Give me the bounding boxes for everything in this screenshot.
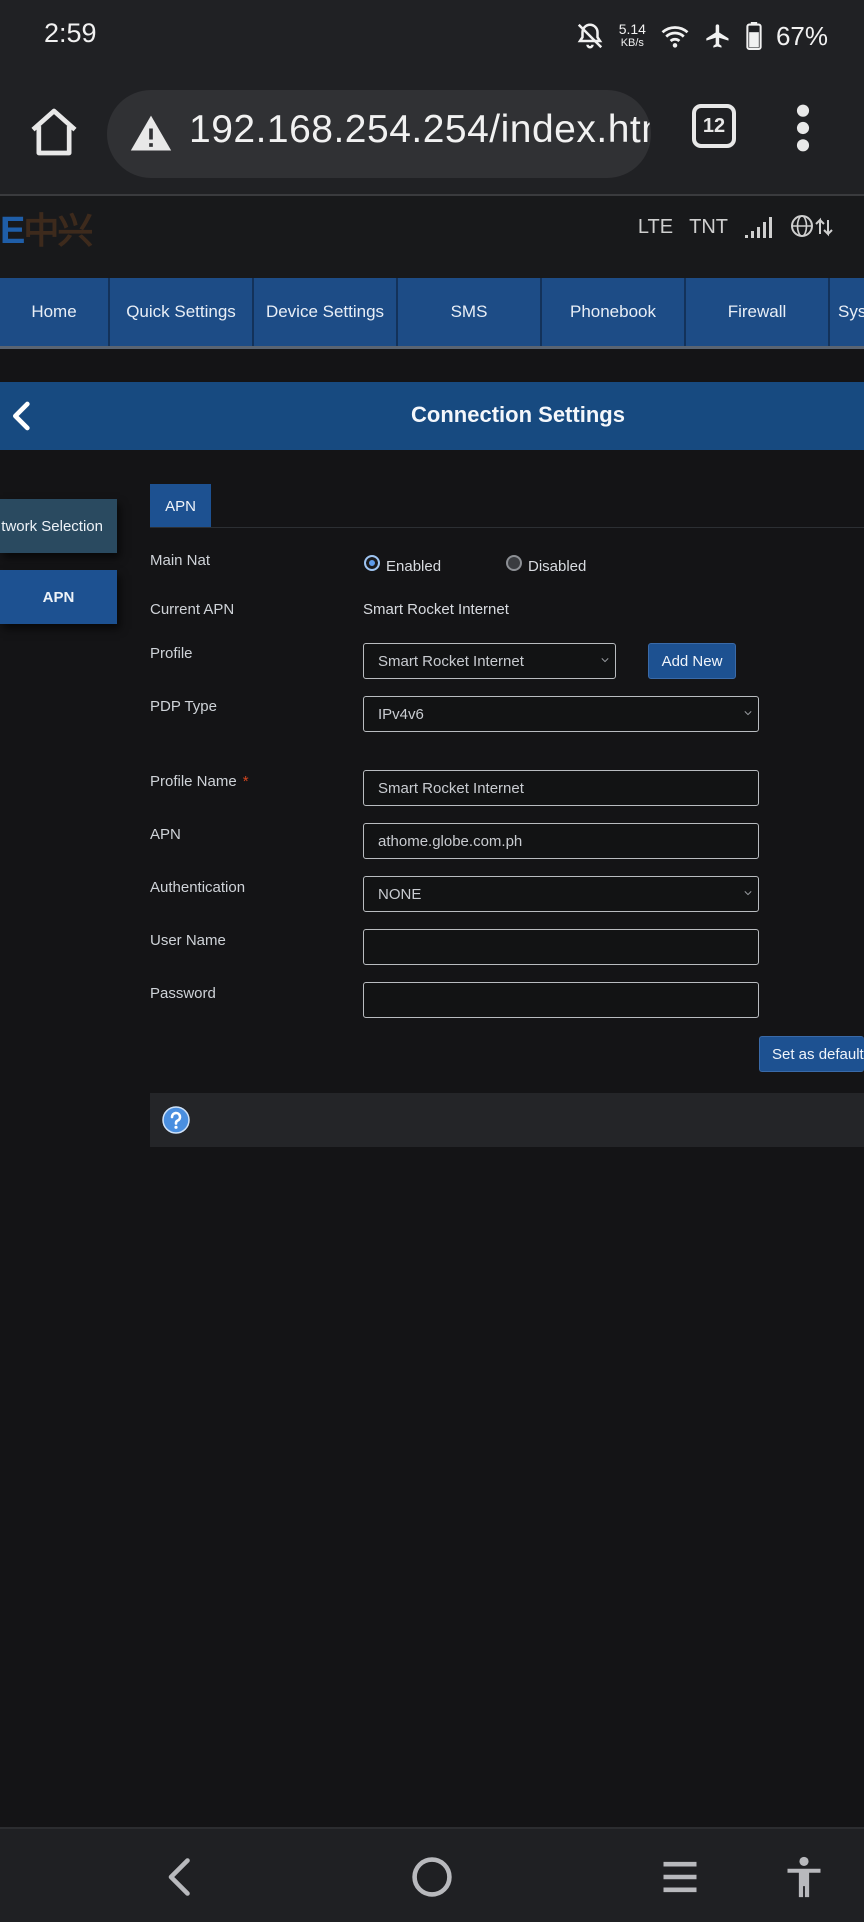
- system-nav-bar: [0, 1827, 864, 1922]
- profile-select[interactable]: Smart Rocket Internet: [363, 643, 616, 679]
- current-apn-label: Current APN: [150, 601, 235, 618]
- status-bar: 2:59 5.14 KB/s 67%: [0, 0, 864, 74]
- main-nat-enabled-radio[interactable]: [364, 555, 380, 571]
- warning-icon[interactable]: [129, 112, 173, 156]
- user-name-input[interactable]: [363, 929, 759, 965]
- password-input[interactable]: [363, 982, 759, 1018]
- airplane-mode-icon: [706, 24, 729, 48]
- wifi-icon: [661, 26, 689, 48]
- recents-icon[interactable]: [658, 1855, 702, 1899]
- status-icons: 5.14 KB/s 67%: [575, 14, 828, 58]
- logo-cjk: 中兴: [23, 210, 93, 251]
- help-bar: [150, 1093, 864, 1147]
- signal-strength-icon: [745, 217, 772, 238]
- chevron-down-icon: [744, 891, 752, 896]
- help-icon[interactable]: [162, 1106, 190, 1134]
- profile-name-label-text: Profile Name: [150, 773, 237, 790]
- notifications-off-icon: [577, 23, 603, 49]
- network-speed-unit: KB/s: [620, 37, 644, 49]
- page-title: Connection Settings: [411, 402, 625, 427]
- router-header: E中兴 LTE TNT: [0, 196, 864, 278]
- page-header: Connection Settings: [0, 382, 864, 450]
- password-label: Password: [150, 985, 216, 1002]
- nav-system[interactable]: Sys: [830, 278, 864, 346]
- profile-select-value: Smart Rocket Internet: [378, 652, 524, 670]
- network-type: LTE: [637, 215, 674, 238]
- nav-firewall[interactable]: Firewall: [686, 278, 830, 346]
- home-nav-icon[interactable]: [410, 1855, 454, 1899]
- nav-sms[interactable]: SMS: [398, 278, 542, 346]
- network-speed: 5.14 KB/s: [619, 22, 646, 50]
- chevron-down-icon: [744, 711, 752, 716]
- accessibility-icon[interactable]: [782, 1855, 826, 1899]
- profile-label: Profile: [150, 645, 193, 662]
- pdp-type-select[interactable]: IPv4v6: [363, 696, 759, 732]
- main-nav: Home Quick Settings Device Settings SMS …: [0, 278, 864, 349]
- battery-percent: 67%: [775, 20, 828, 51]
- nav-device-settings[interactable]: Device Settings: [254, 278, 398, 346]
- internet-connection-icon: [791, 215, 833, 237]
- profile-name-label: Profile Name *: [150, 773, 249, 790]
- apn-label: APN: [150, 826, 181, 843]
- nav-quick-settings[interactable]: Quick Settings: [110, 278, 254, 346]
- profile-name-input[interactable]: Smart Rocket Internet: [363, 770, 759, 806]
- router-status: LTE TNT: [638, 214, 836, 240]
- more-options-icon[interactable]: [788, 102, 818, 154]
- status-time: 2:59: [44, 18, 97, 48]
- set-as-default-button[interactable]: Set as default: [759, 1036, 864, 1072]
- main-nat-label: Main Nat: [150, 552, 211, 569]
- carrier-name: TNT: [689, 215, 728, 238]
- battery-icon: [746, 22, 762, 50]
- pdp-type-label: PDP Type: [150, 698, 217, 715]
- sidebar-item-network-selection[interactable]: twork Selection: [0, 499, 117, 553]
- main-nat-disabled-label[interactable]: Disabled: [528, 558, 586, 575]
- brand-logo: E中兴: [0, 202, 93, 254]
- tab-switcher-button[interactable]: 12: [692, 104, 736, 148]
- user-name-label: User Name: [150, 932, 226, 949]
- authentication-select[interactable]: NONE: [363, 876, 759, 912]
- current-apn-value: Smart Rocket Internet: [363, 601, 509, 618]
- main-nat-disabled-radio[interactable]: [506, 555, 522, 571]
- nav-phonebook[interactable]: Phonebook: [542, 278, 686, 346]
- network-speed-value: 5.14: [618, 21, 646, 37]
- authentication-label: Authentication: [150, 879, 246, 896]
- apn-input[interactable]: athome.globe.com.ph: [363, 823, 759, 859]
- browser-toolbar: 192.168.254.254/index.htm 12: [0, 74, 864, 196]
- pdp-type-select-value: IPv4v6: [378, 705, 424, 723]
- main-nat-enabled-label[interactable]: Enabled: [386, 558, 441, 575]
- tab-divider: [150, 527, 864, 528]
- logo-latin: E: [0, 210, 25, 252]
- chevron-down-icon: [601, 658, 609, 663]
- home-icon[interactable]: [26, 104, 82, 160]
- required-mark: *: [242, 773, 249, 790]
- tab-apn[interactable]: APN: [150, 484, 211, 528]
- nav-home[interactable]: Home: [0, 278, 110, 346]
- url-text[interactable]: 192.168.254.254/index.htm: [189, 108, 651, 152]
- authentication-select-value: NONE: [378, 885, 422, 903]
- back-icon[interactable]: [160, 1855, 204, 1899]
- sidebar-item-apn[interactable]: APN: [0, 570, 117, 624]
- add-new-profile-button[interactable]: Add New: [648, 643, 736, 679]
- address-bar[interactable]: 192.168.254.254/index.htm: [107, 90, 651, 178]
